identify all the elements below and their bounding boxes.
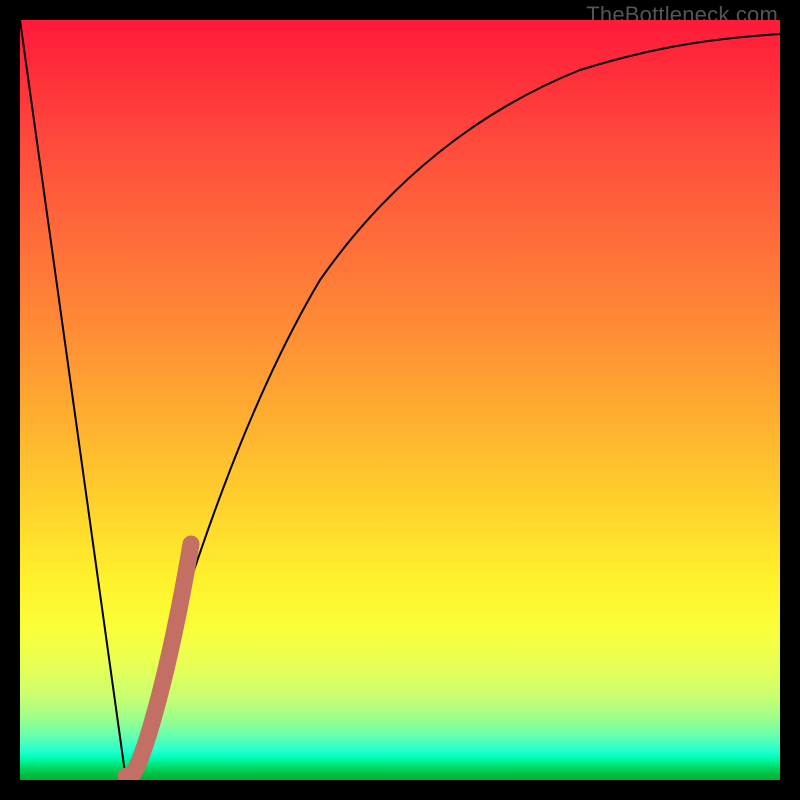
chart-frame: TheBottleneck.com bbox=[0, 0, 800, 800]
bottleneck-curve bbox=[20, 20, 780, 780]
plot-area bbox=[20, 20, 780, 780]
curve-layer bbox=[20, 20, 780, 780]
highlight-segment bbox=[126, 544, 191, 776]
